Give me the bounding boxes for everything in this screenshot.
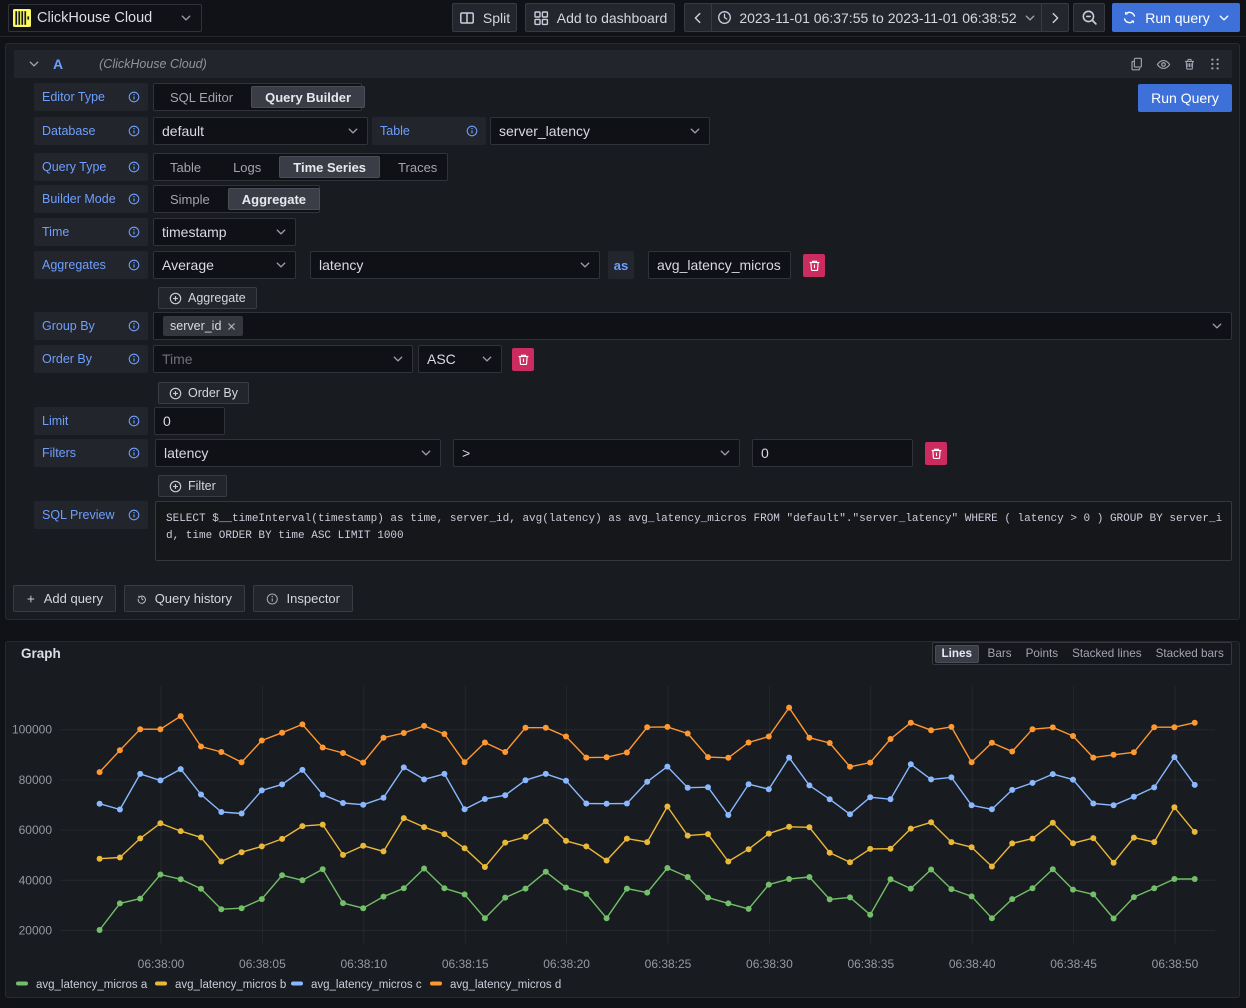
svg-text:06:38:20: 06:38:20 (543, 957, 590, 971)
svg-text:100000: 100000 (12, 723, 52, 737)
svg-text:80000: 80000 (19, 773, 53, 787)
svg-text:06:38:15: 06:38:15 (442, 957, 489, 971)
svg-text:avg_latency_micros b: avg_latency_micros b (175, 979, 286, 991)
svg-text:06:38:50: 06:38:50 (1152, 957, 1199, 971)
svg-text:avg_latency_micros a: avg_latency_micros a (36, 979, 148, 991)
svg-text:06:38:25: 06:38:25 (645, 957, 692, 971)
svg-text:06:38:05: 06:38:05 (239, 957, 286, 971)
svg-text:06:38:40: 06:38:40 (949, 957, 996, 971)
svg-text:avg_latency_micros d: avg_latency_micros d (450, 979, 561, 991)
svg-text:06:38:10: 06:38:10 (340, 957, 387, 971)
svg-text:06:38:35: 06:38:35 (847, 957, 894, 971)
svg-text:60000: 60000 (19, 823, 53, 837)
svg-text:20000: 20000 (19, 924, 53, 938)
svg-text:avg_latency_micros c: avg_latency_micros c (311, 979, 422, 991)
svg-text:40000: 40000 (19, 873, 53, 887)
svg-text:06:38:30: 06:38:30 (746, 957, 793, 971)
svg-text:06:38:45: 06:38:45 (1050, 957, 1097, 971)
svg-text:06:38:00: 06:38:00 (138, 957, 185, 971)
